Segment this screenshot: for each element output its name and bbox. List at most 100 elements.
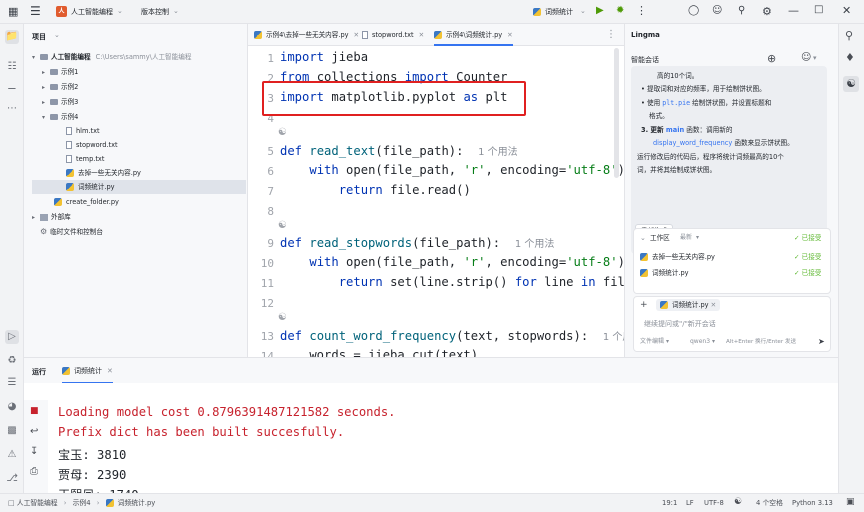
- python-file-icon: [105, 499, 114, 507]
- stop-icon[interactable]: ■: [30, 407, 39, 416]
- model-selector[interactable]: qwen3 ▾: [690, 336, 715, 348]
- close-tab-icon[interactable]: ✕: [419, 31, 425, 39]
- user-icon[interactable]: ☺: [801, 53, 811, 63]
- workspace-sort[interactable]: 最新: [680, 232, 692, 244]
- notifications-icon[interactable]: ⚲: [845, 30, 853, 41]
- folder-icon: [50, 69, 58, 75]
- tree-item-示例3[interactable]: ▸ 示例3: [42, 95, 78, 109]
- chevron-down-icon[interactable]: ⌄: [173, 7, 179, 15]
- edit-mode-selector[interactable]: 文件编辑 ▾: [640, 336, 669, 348]
- ai-message-text: 词，并将其绘制成饼状图。: [637, 166, 717, 174]
- run-config-selector[interactable]: 词频统计: [545, 7, 573, 17]
- workspace-file-row[interactable]: 去掉一些无关内容.py: [640, 251, 715, 263]
- indent-setting[interactable]: 4 个空格: [756, 494, 783, 512]
- code-editor[interactable]: 1 2 3 4 5 6 7 8 9 10 11 12 13 14 import …: [248, 46, 624, 357]
- run-tab[interactable]: 词频统计 ✕: [62, 362, 113, 384]
- ai-hint-icon[interactable]: ☯: [278, 220, 287, 231]
- chevron-down-icon[interactable]: ⌄: [640, 234, 646, 242]
- tree-item-scratches[interactable]: ⚙ 临时文件和控制台: [40, 225, 103, 239]
- tree-item-去掉一些无关内容-py[interactable]: 去掉一些无关内容.py: [66, 166, 141, 180]
- more-vert-icon[interactable]: ⋮: [636, 5, 647, 16]
- tree-item-示例4[interactable]: ▾ 示例4: [42, 110, 78, 124]
- tree-item-词频统计-py[interactable]: 词频统计.py: [66, 180, 115, 194]
- file-encoding[interactable]: UTF-8: [704, 494, 724, 512]
- hamburger-icon[interactable]: ☰: [30, 5, 41, 17]
- tree-item-hlm-txt[interactable]: hlm.txt: [66, 124, 100, 138]
- ai-message-link[interactable]: display_word_frequency 函数来显示饼状图。: [653, 137, 794, 149]
- new-session-icon[interactable]: ⊕: [767, 53, 776, 64]
- minimize-icon[interactable]: —: [788, 5, 799, 16]
- ai-hint-icon[interactable]: ☯: [278, 312, 287, 323]
- vcs-menu[interactable]: 版本控制: [141, 7, 169, 17]
- breadcrumb-item[interactable]: 词频统计.py: [118, 499, 156, 507]
- chevron-down-icon[interactable]: ⌄: [580, 7, 586, 15]
- print-icon[interactable]: ⎙: [30, 467, 38, 477]
- send-icon[interactable]: ➤: [818, 338, 825, 346]
- attached-file-chip[interactable]: 词频统计.py ✕: [656, 299, 721, 311]
- profile-icon[interactable]: ☺: [712, 6, 722, 16]
- line-number: 9: [267, 237, 274, 250]
- remove-chip-icon[interactable]: ✕: [711, 301, 717, 309]
- line-ending[interactable]: LF: [686, 494, 694, 512]
- database-icon[interactable]: ♦: [845, 52, 855, 63]
- tree-root[interactable]: ▾ 人工智能编程 C:\Users\sammy\人工智能编程: [32, 50, 191, 64]
- ai-input-box[interactable]: + 词频统计.py ✕ 继续提问或"/"新开会话 文件编辑 ▾ qwen3 ▾ …: [633, 296, 831, 352]
- tab-stopword[interactable]: stopword.txt ✕: [362, 24, 424, 46]
- console-line: 王熙凤: 1740: [58, 485, 139, 493]
- workspace-file-row[interactable]: 词频统计.py: [640, 267, 689, 279]
- breadcrumb-item[interactable]: 示例4: [73, 499, 91, 507]
- run-icon[interactable]: ▶: [596, 6, 604, 16]
- chevron-down-icon[interactable]: ▾: [696, 234, 699, 241]
- tab-去掉一些无关内容[interactable]: 示例4\去掉一些无关内容.py ✕: [254, 24, 359, 46]
- tree-item-temp-txt[interactable]: temp.txt: [66, 152, 104, 166]
- chevron-down-icon: ▾: [665, 338, 669, 345]
- tree-item-stopword-txt[interactable]: stopword.txt: [66, 138, 118, 152]
- terminal-icon[interactable]: ▩: [5, 424, 19, 438]
- problems-icon[interactable]: ⚠: [5, 448, 19, 462]
- editor-scrollbar[interactable]: [614, 48, 619, 178]
- breadcrumb-item[interactable]: 人工智能编程: [17, 499, 58, 507]
- python-interpreter[interactable]: Python 3.13: [792, 494, 833, 512]
- chevron-down-icon[interactable]: ▾: [813, 54, 817, 62]
- chevron-down-icon[interactable]: ⌄: [54, 31, 60, 39]
- scroll-to-end-icon[interactable]: ↧: [30, 447, 38, 457]
- ai-hint-icon[interactable]: ☯: [278, 127, 287, 138]
- tree-item-示例1[interactable]: ▸ 示例1: [42, 65, 78, 79]
- more-vert-icon[interactable]: ⋮: [606, 29, 616, 40]
- lingma-icon[interactable]: ☯: [843, 76, 859, 92]
- close-tab-icon[interactable]: ✕: [107, 367, 113, 375]
- run-console[interactable]: Loading model cost 0.8796391487121582 se…: [48, 400, 838, 493]
- title-bar: ▦ ☰ 人 人工智能编程 ⌄ 版本控制 ⌄ 词频统计 ⌄ ▶ ✹ ⋮ ◯ ☺ ⚲…: [0, 0, 864, 24]
- breadcrumb-separator: ›: [63, 499, 67, 507]
- tree-item-external-libs[interactable]: ▸ 外部库: [32, 210, 71, 224]
- soft-wrap-icon[interactable]: ↩: [30, 427, 38, 437]
- close-icon[interactable]: ✕: [842, 5, 851, 16]
- debug-icon[interactable]: ✹: [616, 6, 624, 16]
- lingma-status-icon[interactable]: ☯: [734, 498, 742, 507]
- run-panel-icon[interactable]: ▷: [5, 330, 19, 344]
- close-tab-icon[interactable]: ✕: [507, 31, 513, 39]
- tree-item-示例2[interactable]: ▸ 示例2: [42, 80, 78, 94]
- maximize-icon[interactable]: □: [814, 5, 823, 15]
- tab-词频统计[interactable]: 示例4\词频统计.py ✕: [434, 24, 513, 46]
- python-packages-icon[interactable]: ♻: [5, 354, 19, 368]
- close-tab-icon[interactable]: ✕: [354, 31, 360, 39]
- structure-icon[interactable]: ☷: [5, 60, 19, 74]
- file-status: ✓ 已接受: [794, 253, 822, 261]
- layers-icon[interactable]: ☰: [5, 376, 19, 390]
- search-icon[interactable]: ⚲: [738, 6, 745, 16]
- plugins-icon[interactable]: ⚊: [5, 80, 19, 94]
- more-horiz-icon[interactable]: ⋯: [5, 102, 19, 116]
- add-context-icon[interactable]: +: [640, 301, 648, 310]
- tree-item-create-folder-py[interactable]: create_folder.py: [54, 195, 119, 209]
- git-icon[interactable]: ⎇: [5, 472, 19, 486]
- project-folder-icon[interactable]: 📁: [5, 30, 19, 44]
- cursor-position[interactable]: 19:1: [662, 494, 677, 512]
- copilot-icon[interactable]: ◯: [688, 6, 699, 16]
- services-icon[interactable]: ◕: [5, 400, 19, 414]
- chevron-down-icon[interactable]: ⌄: [117, 7, 123, 15]
- project-name[interactable]: 人工智能编程: [71, 7, 113, 17]
- gear-icon[interactable]: ⚙: [762, 6, 772, 17]
- lock-icon[interactable]: ▣: [846, 498, 855, 507]
- ai-prompt-input[interactable]: 继续提问或"/"新开会话: [644, 318, 716, 330]
